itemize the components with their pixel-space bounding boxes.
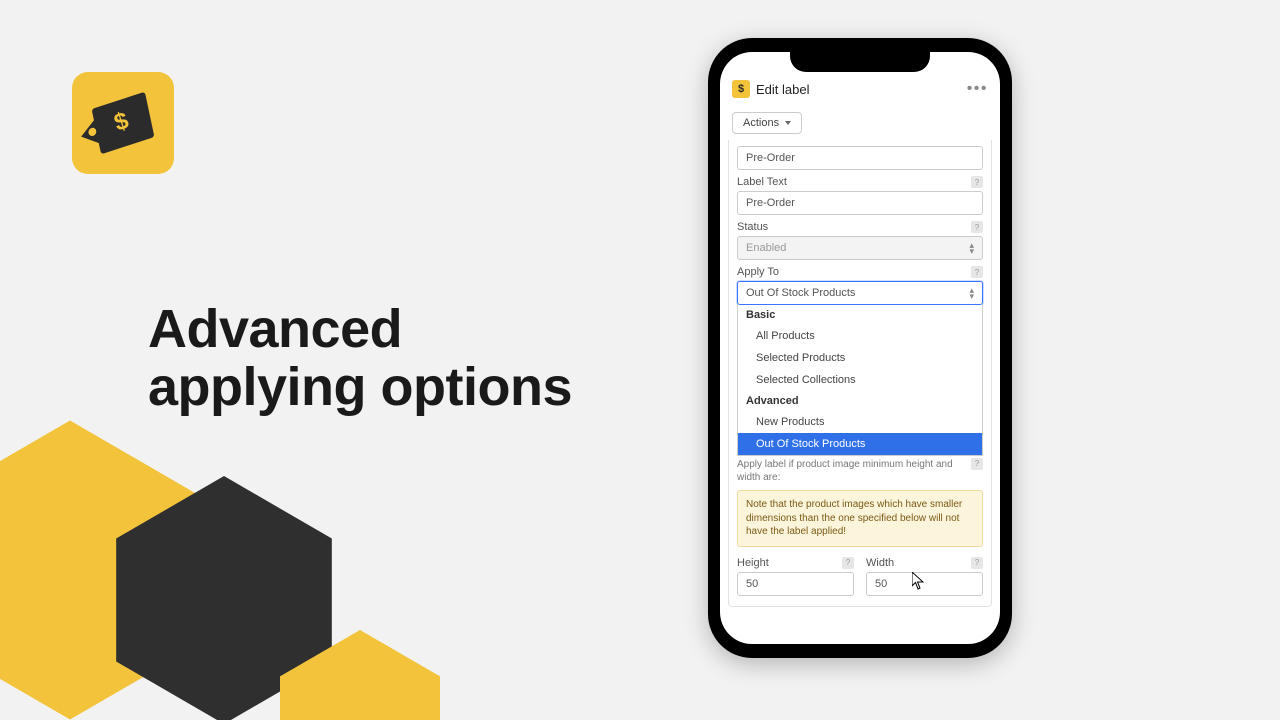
select-handle-icon: ▴▾ <box>969 287 974 299</box>
dropdown-item-new-products[interactable]: New Products <box>738 411 982 433</box>
headline-line-2: applying options <box>148 357 572 417</box>
form-panel: Pre-Order Label Text ? Pre-Order <box>728 140 992 607</box>
phone-screen: $ Edit label ••• Actions Pre-Order <box>720 52 1000 644</box>
help-icon[interactable]: ? <box>971 458 983 470</box>
tag-hole-icon <box>88 127 97 137</box>
help-icon[interactable]: ? <box>971 221 983 233</box>
width-input[interactable]: 50 <box>866 572 983 596</box>
dropdown-item-all-products[interactable]: All Products <box>738 325 982 347</box>
apply-to-value: Out Of Stock Products <box>746 287 855 299</box>
width-value: 50 <box>875 578 887 590</box>
slide-canvas: Advanced applying options $ Edit label •… <box>0 0 1280 720</box>
label-text-input[interactable]: Pre-Order <box>737 191 983 215</box>
help-icon[interactable]: ? <box>971 266 983 278</box>
dropdown-group-basic: Basic <box>738 305 982 325</box>
marketing-headline: Advanced applying options <box>148 300 572 417</box>
chevron-down-icon <box>785 121 791 125</box>
actions-button-label: Actions <box>743 117 779 129</box>
app-mini-icon: $ <box>732 80 750 98</box>
dimensions-warning-text: Note that the product images which have … <box>746 499 962 537</box>
dimensions-row: Height ? 50 Width ? 50 <box>737 557 983 596</box>
label-text-label: Label Text <box>737 176 787 188</box>
select-handle-icon: ▴▾ <box>969 242 974 254</box>
page-title: Edit label <box>756 82 961 97</box>
apply-to-select[interactable]: Out Of Stock Products ▴▾ <box>737 281 983 305</box>
dropdown-item-selected-collections[interactable]: Selected Collections <box>738 369 982 391</box>
label-text-value: Pre-Order <box>746 197 795 209</box>
apply-note-text: Apply label if product image minimum hei… <box>737 458 971 484</box>
dropdown-group-advanced: Advanced <box>738 391 982 411</box>
status-label: Status <box>737 221 768 233</box>
price-tag-icon <box>92 92 155 155</box>
apply-to-dropdown: Basic All Products Selected Products Sel… <box>737 305 983 456</box>
apply-note-row: Apply label if product image minimum hei… <box>737 458 983 484</box>
label-name-input[interactable]: Pre-Order <box>737 146 983 170</box>
dropdown-item-out-of-stock[interactable]: Out Of Stock Products <box>738 433 982 455</box>
apply-to-label: Apply To <box>737 266 779 278</box>
height-value: 50 <box>746 578 758 590</box>
status-value: Enabled <box>746 242 786 254</box>
actions-button[interactable]: Actions <box>732 112 802 134</box>
dimensions-warning: Note that the product images which have … <box>737 490 983 547</box>
height-input[interactable]: 50 <box>737 572 854 596</box>
hexagon-yellow-small <box>280 630 440 720</box>
help-icon[interactable]: ? <box>971 557 983 569</box>
status-select[interactable]: Enabled ▴▾ <box>737 236 983 260</box>
label-name-value: Pre-Order <box>746 152 795 164</box>
dropdown-item-selected-products[interactable]: Selected Products <box>738 347 982 369</box>
more-menu-icon[interactable]: ••• <box>967 80 988 98</box>
height-label: Height <box>737 557 769 569</box>
phone-notch <box>790 48 930 72</box>
width-label: Width <box>866 557 894 569</box>
phone-frame: $ Edit label ••• Actions Pre-Order <box>708 38 1012 658</box>
help-icon[interactable]: ? <box>971 176 983 188</box>
app-icon-tile <box>72 72 174 174</box>
headline-line-1: Advanced <box>148 299 402 359</box>
help-icon[interactable]: ? <box>842 557 854 569</box>
